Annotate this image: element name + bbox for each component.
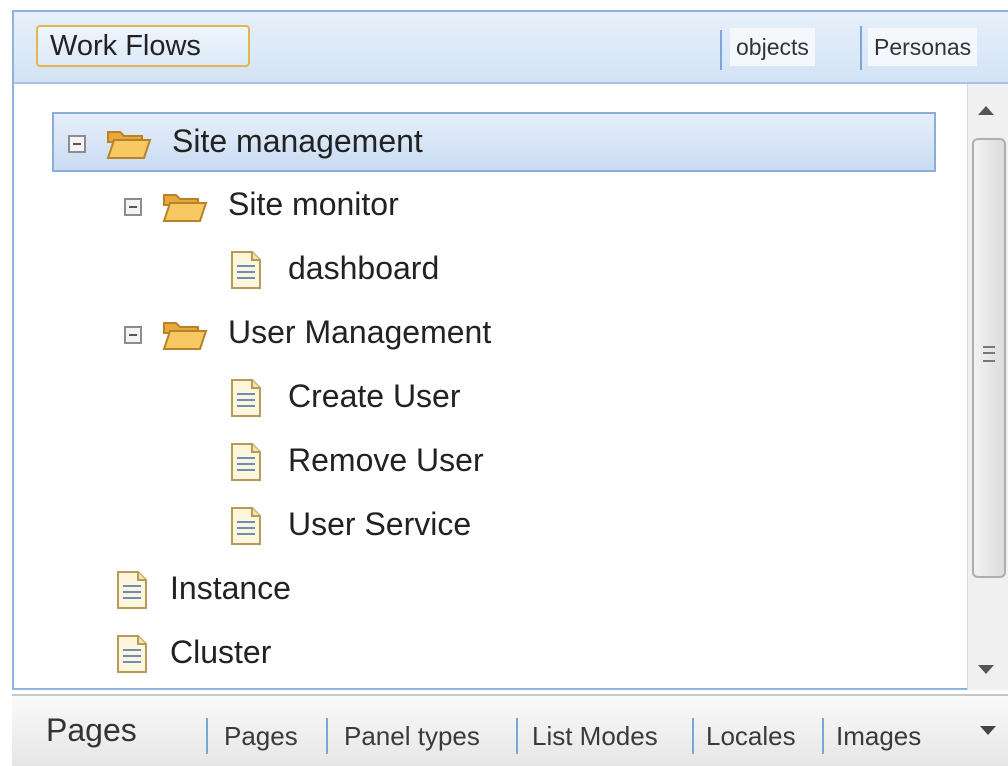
tree-label: User Service — [288, 506, 472, 542]
tree-label: Create User — [288, 378, 461, 414]
document-icon — [231, 251, 261, 289]
document-icon — [231, 443, 261, 481]
tab-separator — [326, 718, 328, 754]
tree-label: Site monitor — [228, 186, 399, 222]
bottom-tab-bar: Pages Pages Panel types List Modes Local… — [12, 694, 1008, 766]
collapse-minus-icon[interactable] — [124, 326, 142, 344]
open-folder-icon — [162, 322, 208, 350]
collapse-minus-icon[interactable] — [124, 198, 142, 216]
tree-node-user-management[interactable]: User Management — [110, 304, 610, 364]
vertical-scrollbar[interactable] — [967, 84, 1008, 690]
workflows-panel: Work Flows objects Personas Site managem… — [12, 10, 1008, 690]
tab-separator — [516, 718, 518, 754]
open-folder-icon — [106, 131, 152, 159]
tab-pages[interactable]: Pages — [224, 716, 298, 756]
tree-node-create-user[interactable]: Create User — [228, 368, 628, 428]
scrollbar-thumb[interactable] — [972, 138, 1006, 578]
chevron-down-icon[interactable] — [980, 726, 996, 735]
tab-separator — [206, 718, 208, 754]
workflow-tree: Site management Site monitor dashboard U… — [14, 84, 964, 688]
document-icon — [117, 635, 147, 673]
tree-node-site-management[interactable]: Site management — [52, 112, 936, 172]
tab-panel-types[interactable]: Panel types — [344, 716, 480, 756]
tree-label: User Management — [228, 314, 492, 350]
section-title: Pages — [46, 712, 137, 748]
tree-label: Instance — [170, 570, 291, 606]
document-icon — [117, 571, 147, 609]
tab-separator — [692, 718, 694, 754]
document-icon — [231, 379, 261, 417]
tab-list-modes[interactable]: List Modes — [532, 716, 658, 756]
tab-images[interactable]: Images — [836, 716, 921, 756]
document-icon — [231, 507, 261, 545]
scroll-up-arrow-icon[interactable] — [978, 106, 994, 115]
tree-label: dashboard — [288, 250, 440, 286]
tab-separator — [822, 718, 824, 754]
tree-label: Site management — [172, 123, 423, 159]
tab-separator — [860, 26, 862, 70]
tree-node-user-service[interactable]: User Service — [228, 496, 628, 556]
open-folder-icon — [162, 194, 208, 222]
tree-node-dashboard[interactable]: dashboard — [228, 240, 628, 300]
tab-objects[interactable]: objects — [730, 28, 815, 66]
tree-node-instance[interactable]: Instance — [114, 560, 514, 620]
scroll-down-arrow-icon[interactable] — [978, 665, 994, 674]
tab-separator — [720, 30, 722, 70]
tree-label: Remove User — [288, 442, 484, 478]
tree-node-cluster[interactable]: Cluster — [114, 624, 514, 684]
tab-work-flows[interactable]: Work Flows — [36, 25, 250, 67]
panel-header: Work Flows objects Personas — [14, 12, 1008, 84]
tree-label: Cluster — [170, 634, 272, 670]
tab-locales[interactable]: Locales — [706, 716, 796, 756]
tab-personas[interactable]: Personas — [868, 28, 978, 66]
tree-node-remove-user[interactable]: Remove User — [228, 432, 628, 492]
tree-node-site-monitor[interactable]: Site monitor — [110, 176, 610, 236]
grip-icon — [983, 346, 995, 362]
collapse-minus-icon[interactable] — [68, 135, 86, 153]
